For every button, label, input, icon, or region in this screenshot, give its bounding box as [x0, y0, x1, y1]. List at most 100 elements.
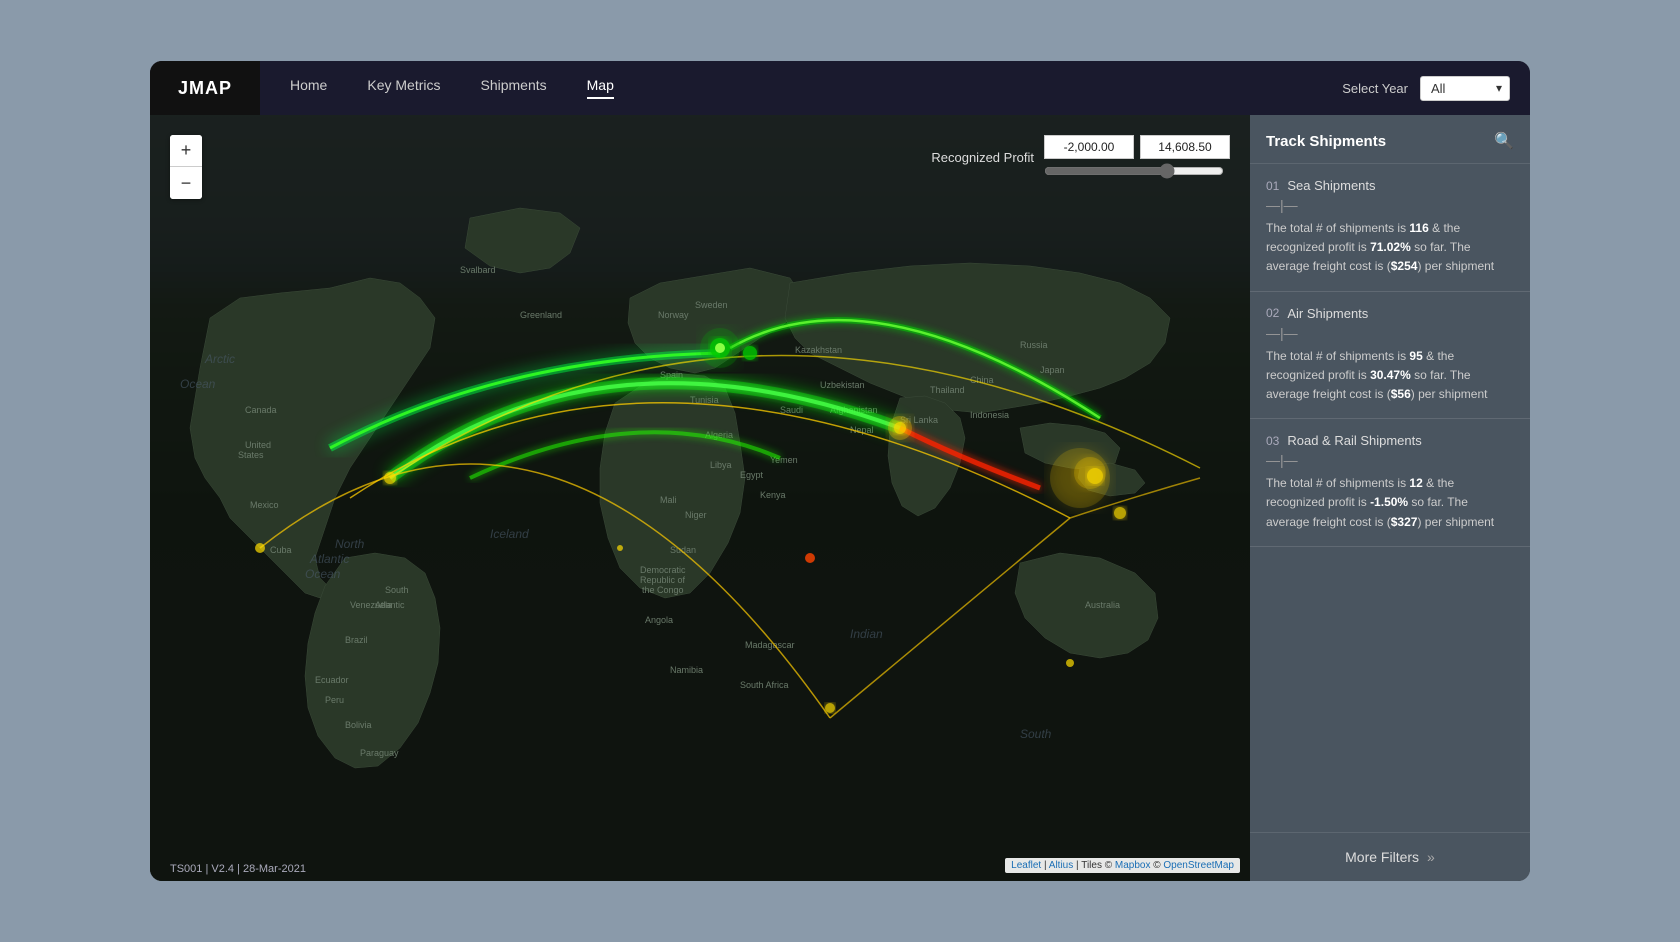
dash-icon-3: —|—	[1266, 452, 1298, 468]
svg-text:Atlantic: Atlantic	[309, 552, 349, 566]
profit-range-slider[interactable]	[1044, 163, 1224, 179]
svg-text:Mexico: Mexico	[250, 500, 279, 510]
profit-filter: Recognized Profit	[931, 135, 1230, 179]
zoom-in-button[interactable]: +	[170, 135, 202, 167]
sea-shipments-icon: —|—	[1266, 197, 1514, 213]
profit-max-input[interactable]	[1140, 135, 1230, 159]
nav-key-metrics[interactable]: Key Metrics	[367, 77, 440, 99]
road-rail-shipments-num: 03	[1266, 434, 1279, 448]
profit-inputs-row	[1044, 135, 1230, 159]
sea-shipments-type: Sea Shipments	[1287, 178, 1375, 193]
air-shipments-header: 02 Air Shipments	[1266, 306, 1514, 321]
svg-text:Ecuador: Ecuador	[315, 675, 349, 685]
air-shipments-type: Air Shipments	[1287, 306, 1368, 321]
svg-text:Indian: Indian	[850, 627, 883, 641]
svg-text:Iceland: Iceland	[490, 527, 529, 541]
select-year-label: Select Year	[1342, 81, 1408, 96]
svg-text:Mali: Mali	[660, 495, 677, 505]
nav-home[interactable]: Home	[290, 77, 327, 99]
svg-text:Democratic: Democratic	[640, 565, 686, 575]
profit-filter-label: Recognized Profit	[931, 150, 1034, 165]
road-rail-shipments-desc: The total # of shipments is 12 & the rec…	[1266, 474, 1514, 532]
svg-text:Cuba: Cuba	[270, 545, 292, 555]
svg-text:Norway: Norway	[658, 310, 689, 320]
logo-box: JMAP	[150, 61, 260, 115]
svg-text:Indonesia: Indonesia	[970, 410, 1009, 420]
svg-text:States: States	[238, 450, 264, 460]
map-section: Arctic Ocean North Atlantic Ocean Indian…	[150, 115, 1250, 881]
svg-text:Kazakhstan: Kazakhstan	[795, 345, 842, 355]
dash-icon-2: —|—	[1266, 325, 1298, 341]
sea-shipments-num: 01	[1266, 179, 1279, 193]
year-select-wrapper: All 2021 2020 2019	[1420, 76, 1510, 101]
app-container: JMAP Home Key Metrics Shipments Map Sele…	[150, 61, 1530, 881]
svg-text:Ocean: Ocean	[305, 567, 341, 581]
svg-text:Libya: Libya	[710, 460, 732, 470]
year-select[interactable]: All 2021 2020 2019	[1420, 76, 1510, 101]
svg-text:Republic of: Republic of	[640, 575, 686, 585]
version-text: TS001 | V2.4 | 28-Mar-2021	[170, 863, 306, 875]
right-sidebar: Track Shipments 🔍 01 Sea Shipments —|— T…	[1250, 115, 1530, 881]
svg-text:Bolivia: Bolivia	[345, 720, 372, 730]
nav-map[interactable]: Map	[587, 77, 614, 99]
svg-text:Canada: Canada	[245, 405, 277, 415]
map-svg: Arctic Ocean North Atlantic Ocean Indian…	[150, 115, 1250, 881]
top-nav: JMAP Home Key Metrics Shipments Map Sele…	[150, 61, 1530, 115]
svg-text:North: North	[335, 537, 365, 551]
svg-text:Brazil: Brazil	[345, 635, 368, 645]
more-filters-arrow: »	[1427, 849, 1435, 865]
svg-text:Japan: Japan	[1040, 365, 1065, 375]
svg-text:Greenland: Greenland	[520, 310, 562, 320]
zoom-out-button[interactable]: −	[170, 167, 202, 199]
profit-min-input[interactable]	[1044, 135, 1134, 159]
road-rail-shipments-header: 03 Road & Rail Shipments	[1266, 433, 1514, 448]
air-shipments-icon: —|—	[1266, 325, 1514, 341]
road-rail-shipments-type: Road & Rail Shipments	[1287, 433, 1421, 448]
svg-text:Arctic: Arctic	[204, 352, 235, 366]
svg-text:Egypt: Egypt	[740, 470, 764, 480]
sea-shipments-desc: The total # of shipments is 116 & the re…	[1266, 219, 1514, 277]
svg-text:Uzbekistan: Uzbekistan	[820, 380, 865, 390]
svg-text:Madagascar: Madagascar	[745, 640, 795, 650]
app-footer: TS001 | V2.4 | 28-Mar-2021	[170, 863, 306, 875]
svg-text:Australia: Australia	[1085, 600, 1120, 610]
road-rail-shipments-card: 03 Road & Rail Shipments —|— The total #…	[1250, 419, 1530, 547]
svg-text:Namibia: Namibia	[670, 665, 703, 675]
svg-text:Paraguay: Paraguay	[360, 748, 399, 758]
search-icon-button[interactable]: 🔍	[1494, 131, 1514, 151]
nav-right: Select Year All 2021 2020 2019	[1342, 76, 1510, 101]
svg-text:Kenya: Kenya	[760, 490, 786, 500]
svg-text:Russia: Russia	[1020, 340, 1048, 350]
svg-text:United: United	[245, 440, 271, 450]
svg-text:Sweden: Sweden	[695, 300, 728, 310]
svg-text:Sudan: Sudan	[670, 545, 696, 555]
svg-text:South: South	[385, 585, 409, 595]
logo: JMAP	[178, 78, 232, 99]
nav-shipments[interactable]: Shipments	[480, 77, 546, 99]
altius-link[interactable]: Altius	[1049, 860, 1073, 871]
sidebar-title: Track Shipments	[1266, 133, 1386, 150]
svg-text:Niger: Niger	[685, 510, 707, 520]
air-shipments-desc: The total # of shipments is 95 & the rec…	[1266, 347, 1514, 405]
nav-links: Home Key Metrics Shipments Map	[290, 77, 1342, 99]
svg-text:Angola: Angola	[645, 615, 673, 625]
svg-text:Peru: Peru	[325, 695, 344, 705]
zoom-controls: + −	[170, 135, 202, 199]
svg-text:South: South	[1020, 727, 1052, 741]
svg-text:Atlantic: Atlantic	[375, 600, 405, 610]
leaflet-link[interactable]: Leaflet	[1011, 860, 1041, 871]
osm-link[interactable]: OpenStreetMap	[1163, 860, 1234, 871]
sidebar-footer: More Filters »	[1250, 832, 1530, 881]
svg-text:Svalbard: Svalbard	[460, 265, 496, 275]
main-area: Arctic Ocean North Atlantic Ocean Indian…	[150, 115, 1530, 881]
road-rail-shipments-icon: —|—	[1266, 452, 1514, 468]
mapbox-link[interactable]: Mapbox	[1115, 860, 1151, 871]
more-filters-button[interactable]: More Filters	[1345, 849, 1419, 865]
dash-icon: —|—	[1266, 197, 1298, 213]
air-shipments-num: 02	[1266, 306, 1279, 320]
svg-text:the Congo: the Congo	[642, 585, 684, 595]
svg-text:South Africa: South Africa	[740, 680, 789, 690]
svg-text:Thailand: Thailand	[930, 385, 965, 395]
sidebar-header: Track Shipments 🔍	[1250, 115, 1530, 164]
svg-text:Ocean: Ocean	[180, 377, 216, 391]
